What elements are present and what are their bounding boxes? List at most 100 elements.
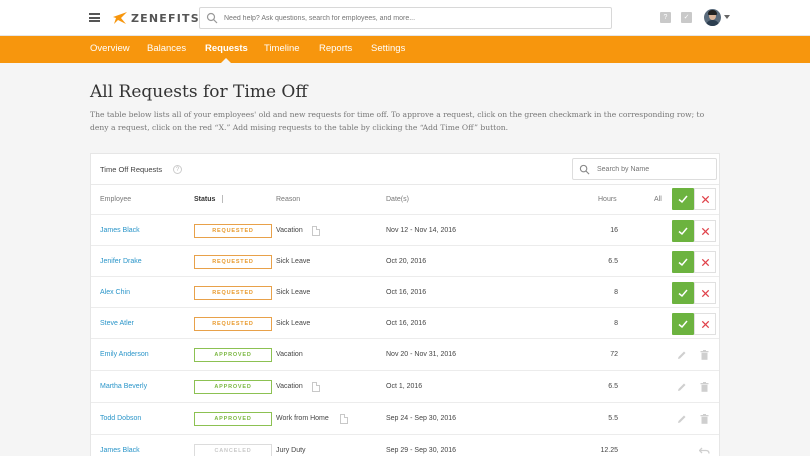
- close-icon: [701, 195, 710, 204]
- note-document-icon[interactable]: [312, 226, 320, 236]
- page-title: All Requests for Time Off: [90, 82, 308, 102]
- close-icon: [701, 227, 710, 236]
- dates-text: Oct 20, 2016: [386, 258, 427, 265]
- reason-text: Sick Leave: [276, 258, 311, 265]
- approve-button[interactable]: [672, 313, 694, 335]
- zenefits-logo-icon: [113, 12, 127, 24]
- active-tab-pointer: [221, 58, 231, 63]
- status-badge: REQUESTED: [194, 317, 272, 331]
- check-icon: [678, 227, 688, 236]
- employee-name-link[interactable]: Emily Anderson: [100, 351, 149, 358]
- table-title: Time Off Requests: [100, 165, 163, 174]
- close-icon: [701, 258, 710, 267]
- column-header-dates[interactable]: Date(s): [386, 196, 409, 203]
- delete-trash-icon[interactable]: [700, 414, 709, 424]
- tab-settings[interactable]: Settings: [371, 43, 405, 54]
- status-badge: APPROVED: [194, 348, 272, 362]
- employee-name-link[interactable]: Steve Atler: [100, 320, 134, 327]
- status-badge: APPROVED: [194, 380, 272, 394]
- deny-button[interactable]: [694, 313, 716, 335]
- help-icon[interactable]: ?: [660, 12, 671, 23]
- dates-text: Oct 16, 2016: [386, 320, 427, 327]
- edit-pencil-icon[interactable]: [677, 414, 687, 424]
- table-search-input[interactable]: [597, 165, 707, 173]
- sort-icon[interactable]: [222, 195, 223, 203]
- undo-icon[interactable]: [699, 447, 710, 455]
- chevron-down-icon[interactable]: [724, 15, 730, 19]
- time-off-table: Time Off Requests ? Employee Status Reas…: [90, 153, 720, 456]
- reason-text: Sick Leave: [276, 289, 311, 296]
- note-document-icon[interactable]: [312, 382, 320, 392]
- tab-balances[interactable]: Balances: [147, 43, 186, 54]
- dates-text: Oct 16, 2016: [386, 289, 427, 296]
- employee-name-link[interactable]: Alex Chin: [100, 289, 130, 296]
- edit-pencil-icon[interactable]: [677, 382, 687, 392]
- table-row: Jenifer Drake REQUESTED Sick Leave Oct 20, …: [91, 246, 719, 277]
- edit-pencil-icon[interactable]: [677, 350, 687, 360]
- tab-requests[interactable]: Requests: [205, 43, 248, 54]
- global-search[interactable]: [199, 7, 612, 29]
- hamburger-menu-icon[interactable]: [89, 13, 100, 22]
- dates-text: Sep 24 - Sep 30, 2016: [386, 415, 457, 422]
- top-bar: ZENEFITS ? ✓: [0, 0, 810, 36]
- table-row: Martha Beverly APPROVED Vacation Oct 1, 201…: [91, 371, 719, 403]
- approve-all-button[interactable]: [672, 188, 694, 210]
- column-header-hours[interactable]: Hours: [598, 196, 617, 203]
- close-icon: [701, 320, 710, 329]
- tab-overview[interactable]: Overview: [90, 43, 130, 54]
- deny-button[interactable]: [694, 220, 716, 242]
- approve-button[interactable]: [672, 282, 694, 304]
- hours-value: 72: [610, 351, 618, 358]
- reason-text: Jury Duty: [276, 447, 306, 454]
- employee-name-link[interactable]: James Black: [100, 227, 140, 234]
- page-intro: The table below lists all of your employ…: [90, 110, 705, 132]
- column-header-status[interactable]: Status: [194, 196, 215, 203]
- status-badge: REQUESTED: [194, 286, 272, 300]
- reason-text: Vacation: [276, 351, 303, 358]
- help-circle-icon[interactable]: ?: [173, 165, 182, 174]
- tasks-check-icon[interactable]: ✓: [681, 12, 692, 23]
- approve-button[interactable]: [672, 251, 694, 273]
- tab-reports[interactable]: Reports: [319, 43, 352, 54]
- hours-value: 6.5: [608, 258, 618, 265]
- status-badge: APPROVED: [194, 412, 272, 426]
- dates-text: Sep 29 - Sep 30, 2016: [386, 447, 457, 454]
- table-row: Steve Atler REQUESTED Sick Leave Oct 16, 20…: [91, 308, 719, 339]
- column-header-reason[interactable]: Reason: [276, 196, 300, 203]
- dates-text: Nov 20 - Nov 31, 2016: [386, 351, 457, 358]
- status-badge: REQUESTED: [194, 255, 272, 269]
- dates-text: Oct 1, 2016: [386, 383, 423, 390]
- deny-all-button[interactable]: [694, 188, 716, 210]
- reason-text: Vacation: [276, 383, 303, 390]
- hours-value: 16: [610, 227, 618, 234]
- avatar[interactable]: [704, 9, 721, 26]
- check-icon: [678, 195, 688, 204]
- employee-name-link[interactable]: Todd Dobson: [100, 415, 141, 422]
- table-header-bar: Time Off Requests ?: [91, 154, 719, 185]
- sub-nav: Overview Balances Requests Timeline Repo…: [0, 36, 810, 63]
- reason-text: Work from Home: [276, 415, 329, 422]
- note-document-icon[interactable]: [340, 414, 348, 424]
- employee-name-link[interactable]: Martha Beverly: [100, 383, 147, 390]
- table-row: Emily Anderson APPROVED Vacation Nov 20 - N…: [91, 339, 719, 371]
- delete-trash-icon[interactable]: [700, 350, 709, 360]
- column-header-employee[interactable]: Employee: [100, 196, 131, 203]
- hours-value: 12.25: [600, 447, 618, 454]
- table-row: Alex Chin REQUESTED Sick Leave Oct 16, 2016…: [91, 277, 719, 308]
- employee-name-link[interactable]: Jenifer Drake: [100, 258, 142, 265]
- deny-button[interactable]: [694, 282, 716, 304]
- delete-trash-icon[interactable]: [700, 382, 709, 392]
- global-search-input[interactable]: [224, 14, 604, 22]
- logo[interactable]: ZENEFITS: [112, 10, 200, 26]
- check-icon: [678, 320, 688, 329]
- table-row: James Black CANCELED Jury Duty Sep 29 - Sep…: [91, 435, 719, 456]
- table-search[interactable]: [572, 158, 717, 180]
- column-header-row: Employee Status Reason Date(s) Hours All: [91, 185, 719, 215]
- approve-button[interactable]: [672, 220, 694, 242]
- tab-timeline[interactable]: Timeline: [264, 43, 300, 54]
- deny-button[interactable]: [694, 251, 716, 273]
- hours-value: 6.5: [608, 383, 618, 390]
- hours-value: 5.5: [608, 415, 618, 422]
- employee-name-link[interactable]: James Black: [100, 447, 140, 454]
- status-badge: REQUESTED: [194, 224, 272, 238]
